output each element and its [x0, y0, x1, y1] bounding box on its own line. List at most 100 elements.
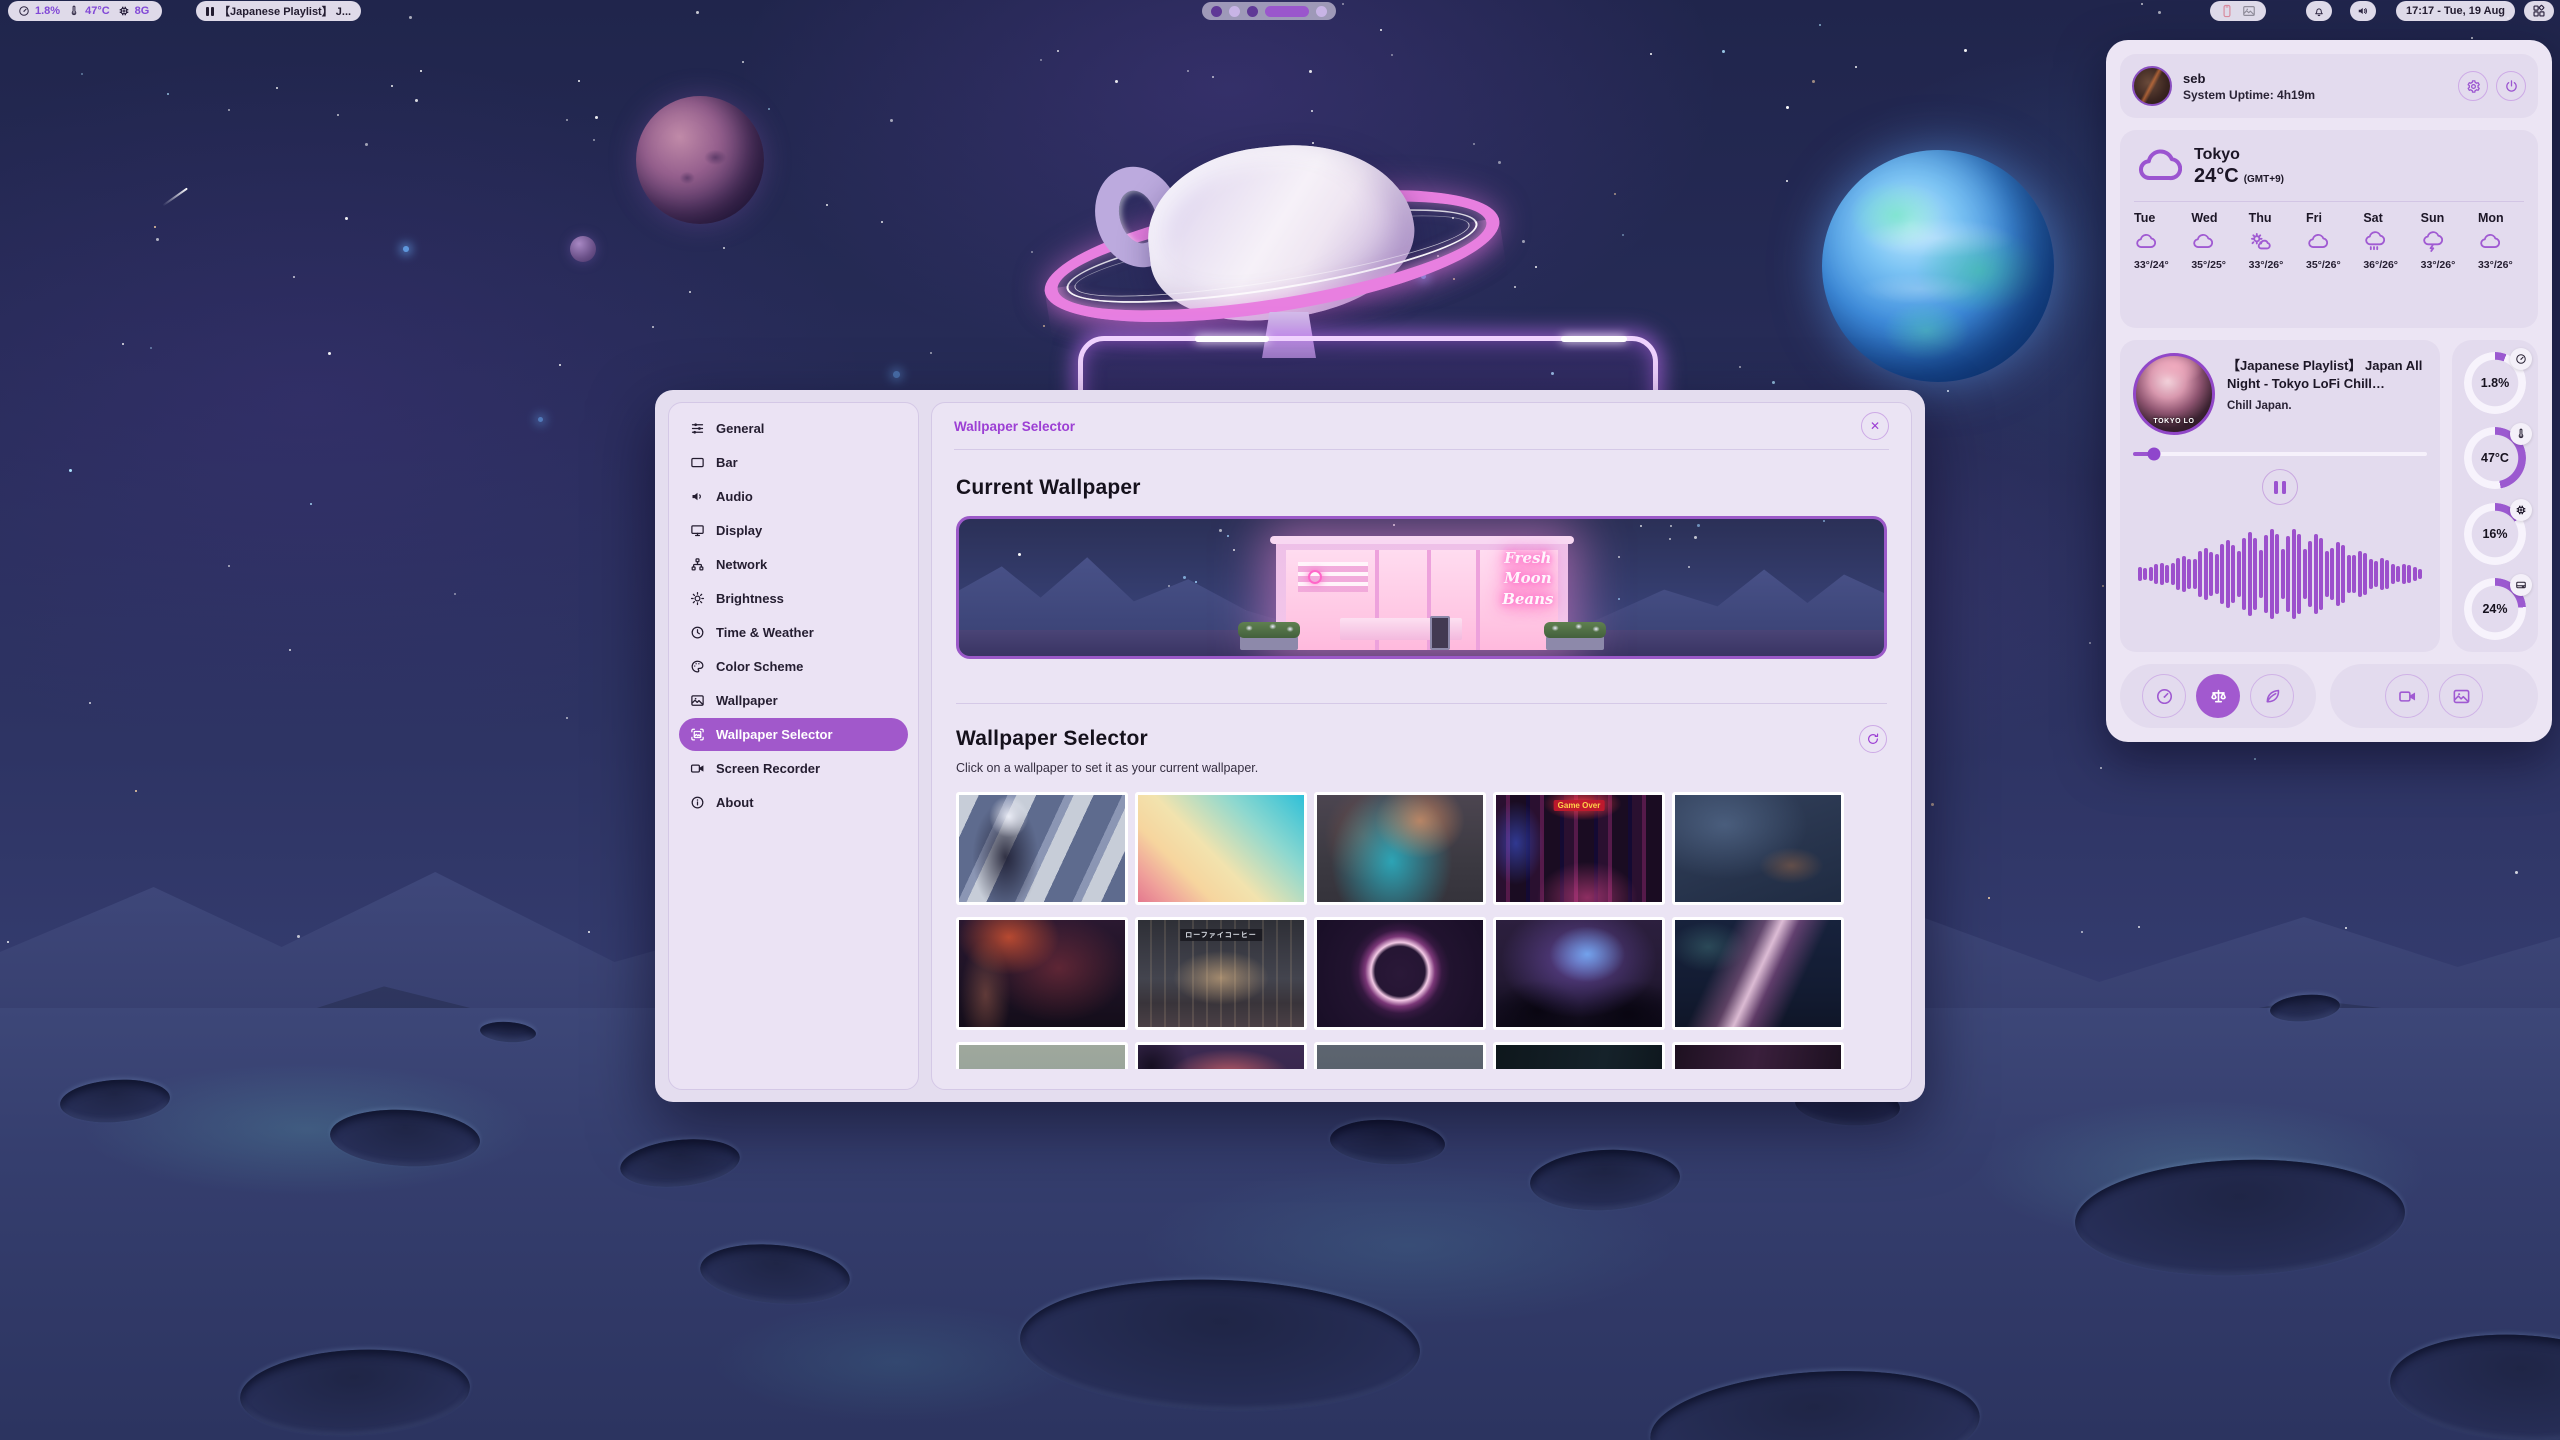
balanced-mode-button[interactable] — [2196, 674, 2240, 718]
network-icon — [690, 557, 705, 572]
ram-icon — [118, 5, 130, 17]
slider-knob[interactable] — [2147, 447, 2160, 460]
current-wallpaper-preview: Fresh Moon Beans — [956, 516, 1887, 659]
current-wallpaper-heading: Current Wallpaper — [956, 476, 1887, 500]
seek-slider[interactable] — [2133, 447, 2427, 460]
wallpaper-thumb-sage-field[interactable] — [956, 1042, 1128, 1069]
speedometer-icon — [2510, 348, 2532, 370]
weather-timezone: (GMT+9) — [2244, 174, 2284, 185]
wallpaper-thumb-purple-ring[interactable] — [1314, 917, 1486, 1030]
wallpaper-thumb-plum-dusk[interactable] — [1672, 1042, 1844, 1069]
notifications-bell[interactable] — [2306, 1, 2332, 21]
wallpaper-thumb-dark-pines[interactable] — [1493, 1042, 1665, 1069]
sun-cloud-icon — [2249, 231, 2271, 253]
sidebar-item-wallpaper-selector[interactable]: Wallpaper Selector — [679, 718, 908, 751]
storm-icon — [2421, 231, 2443, 253]
rain-icon — [2363, 231, 2385, 253]
temperature-icon — [68, 5, 80, 17]
cloud-icon — [2478, 231, 2500, 253]
screenshot-tray-icon[interactable] — [2242, 4, 2256, 18]
tray-pill — [2210, 1, 2266, 21]
volume-button[interactable] — [2350, 1, 2376, 21]
power-button[interactable] — [2496, 71, 2526, 101]
weather-city: Tokyo — [2194, 146, 2284, 164]
sidebar-item-bar[interactable]: Bar — [679, 446, 908, 479]
clock-pill[interactable]: 17:17 - Tue, 19 Aug — [2396, 1, 2515, 21]
settings-sidebar: General Bar Audio Display Network Bright… — [668, 402, 919, 1090]
cloud-icon — [2191, 231, 2213, 253]
settings-content[interactable]: Current Wallpaper Fresh Moon Beans — [932, 450, 1911, 1069]
weather-temp: 24°C — [2194, 165, 2239, 188]
sidebar-item-network[interactable]: Network — [679, 548, 908, 581]
user-name: seb — [2183, 71, 2315, 86]
sidebar-item-color-scheme[interactable]: Color Scheme — [679, 650, 908, 683]
wallpaper-thumb-cyberpunk-arcade[interactable]: Game Over — [1493, 792, 1665, 905]
cafe-neon-sign: Fresh Moon Beans — [1502, 548, 1553, 609]
close-button[interactable]: ✕ — [1861, 412, 1889, 440]
forecast-day-thu: Thu 33°/26° — [2249, 211, 2295, 271]
wallpaper-thumb-pastel-gradient[interactable] — [1135, 792, 1307, 905]
refresh-button[interactable] — [1859, 725, 1887, 753]
pause-button[interactable] — [2262, 469, 2298, 505]
cpu-usage: 1.8% — [35, 5, 60, 17]
clock-label: 17:17 - Tue, 19 Aug — [2406, 5, 2505, 17]
workspace-dot-4[interactable] — [1265, 6, 1309, 17]
screenshot-button[interactable] — [2439, 674, 2483, 718]
top-bar: 1.8% 47°C 8G 【Japanese Playlist】 J... 17… — [0, 0, 2560, 22]
wallpaper-thumb-slate-mist[interactable] — [1314, 1042, 1486, 1069]
disk-icon — [2510, 574, 2532, 596]
wallpaper-thumb-lofi-cafe[interactable]: ローファイコーヒー — [1135, 917, 1307, 1030]
gauge-chip: 16% — [2464, 503, 2526, 565]
wallpaper-thumb-anime-street[interactable] — [956, 792, 1128, 905]
workspace-dot-2[interactable] — [1229, 6, 1240, 17]
dashboard-icon — [2532, 4, 2546, 18]
media-pill[interactable]: 【Japanese Playlist】 J... — [196, 1, 361, 21]
audio-visualizer — [2133, 509, 2427, 639]
settings-window: General Bar Audio Display Network Bright… — [655, 390, 1925, 1102]
wallpaper-thumb-teal-blur[interactable] — [1314, 792, 1486, 905]
wallpaper-thumb-nebula-forest[interactable] — [1493, 917, 1665, 1030]
small-planet — [570, 236, 596, 262]
workspace-dot-3[interactable] — [1247, 6, 1258, 17]
wallpaper-thumb-snow-village[interactable] — [1672, 792, 1844, 905]
workspace-dot-5[interactable] — [1316, 6, 1327, 17]
wallpaper-grid: Game Over ローファイコーヒー — [956, 792, 1887, 1069]
system-stats-pill[interactable]: 1.8% 47°C 8G — [8, 1, 162, 21]
sidebar-item-time-weather[interactable]: Time & Weather — [679, 616, 908, 649]
forecast-day-tue: Tue 33°/24° — [2134, 211, 2180, 271]
sidebar-item-screen-recorder[interactable]: Screen Recorder — [679, 752, 908, 785]
power-profile-pill — [2120, 664, 2316, 728]
performance-mode-button[interactable] — [2142, 674, 2186, 718]
weather-forecast: Tue 33°/24° Wed 35°/25° Thu 33°/26° Fri … — [2134, 211, 2524, 271]
temperature-value: 47°C — [85, 5, 110, 17]
phone-link-icon[interactable] — [2220, 4, 2234, 18]
speaker-icon — [690, 489, 705, 504]
workspace-indicator — [1202, 2, 1336, 20]
wallpaper-thumb-autumn-grove[interactable] — [1135, 1042, 1307, 1069]
settings-button[interactable] — [2458, 71, 2488, 101]
cloud-icon — [2134, 231, 2156, 253]
powersave-mode-button[interactable] — [2250, 674, 2294, 718]
image-select-icon — [690, 727, 705, 742]
track-title: 【Japanese Playlist】 Japan All Night - To… — [2227, 357, 2427, 393]
sidebar-item-brightness[interactable]: Brightness — [679, 582, 908, 615]
capture-pill — [2330, 664, 2538, 728]
sidebar-item-wallpaper[interactable]: Wallpaper — [679, 684, 908, 717]
ram-value: 8G — [135, 5, 150, 17]
control-panel: seb System Uptime: 4h19m Tokyo 24°C (GMT… — [2106, 40, 2552, 742]
wallpaper-thumb-ember-forest[interactable] — [956, 917, 1128, 1030]
palette-icon — [690, 659, 705, 674]
screen-record-button[interactable] — [2385, 674, 2429, 718]
sidebar-item-display[interactable]: Display — [679, 514, 908, 547]
sidebar-item-general[interactable]: General — [679, 412, 908, 445]
gauge-thermometer: 47°C — [2464, 427, 2526, 489]
dashboard-button[interactable] — [2524, 1, 2554, 21]
volume-icon — [2357, 5, 2369, 17]
sidebar-item-about[interactable]: About — [679, 786, 908, 819]
sidebar-item-audio[interactable]: Audio — [679, 480, 908, 513]
user-card: seb System Uptime: 4h19m — [2120, 54, 2538, 118]
forecast-day-fri: Fri 35°/26° — [2306, 211, 2352, 271]
workspace-dot-1[interactable] — [1211, 6, 1222, 17]
wallpaper-thumb-wire-wave[interactable] — [1672, 917, 1844, 1030]
clock-icon — [690, 625, 705, 640]
